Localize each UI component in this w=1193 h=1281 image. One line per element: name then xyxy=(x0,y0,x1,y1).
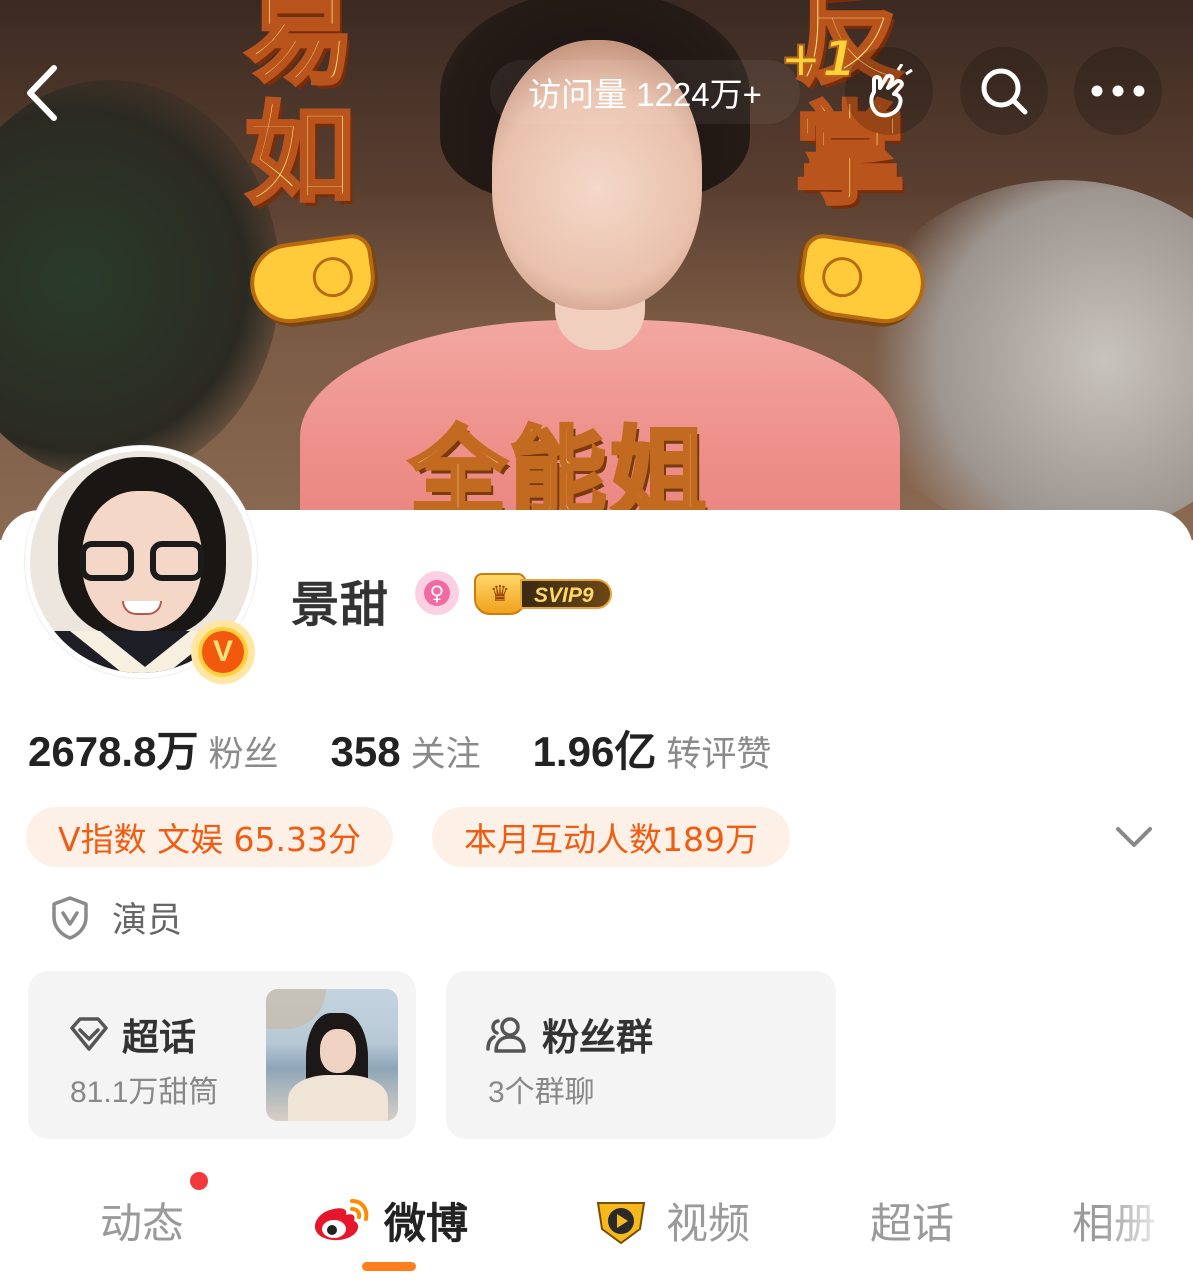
svip-badge[interactable]: ♛ SVIP9 xyxy=(474,573,612,615)
super-topic-subtitle: 81.1万甜筒 xyxy=(70,1076,219,1109)
fan-group-tile[interactable]: 粉丝群 3个群聊 xyxy=(446,971,836,1139)
notification-dot xyxy=(190,1172,208,1190)
tab-super-topic[interactable]: 超话 xyxy=(870,1190,954,1251)
banner-bg-left xyxy=(0,80,280,480)
stat-followers[interactable]: 2678.8万 粉丝 xyxy=(28,718,278,779)
role-label: 演员 xyxy=(112,901,183,941)
tab-video[interactable]: 视频 xyxy=(590,1190,750,1251)
active-tab-indicator xyxy=(362,1262,416,1271)
group-users-icon xyxy=(486,1017,526,1053)
stat-value: 2678.8万 xyxy=(28,728,199,775)
finger-snap-icon xyxy=(869,64,913,118)
search-button[interactable] xyxy=(960,47,1048,135)
fan-group-title: 粉丝群 xyxy=(542,1016,653,1059)
tab-weibo[interactable]: 微博 xyxy=(310,1190,468,1251)
crown-icon: ♛ xyxy=(474,573,526,615)
stat-label: 转评赞 xyxy=(666,735,772,775)
fan-group-subtitle: 3个群聊 xyxy=(488,1076,595,1109)
stat-value: 1.96亿 xyxy=(532,728,657,775)
video-badge-icon xyxy=(596,1201,646,1244)
banner-char: 如 xyxy=(243,91,357,219)
more-button[interactable] xyxy=(1074,47,1162,135)
super-topic-thumbnail xyxy=(266,989,398,1121)
stat-label: 粉丝 xyxy=(208,735,279,775)
tab-bar-fade xyxy=(1100,1180,1193,1270)
super-topic-tile[interactable]: 超话 81.1万甜筒 xyxy=(28,971,416,1139)
visit-count: 访问量 1224万+ xyxy=(490,60,800,124)
avatar-glasses xyxy=(80,541,204,581)
profile-name: 景甜 xyxy=(291,577,390,633)
chevron-left-icon xyxy=(27,65,57,121)
profile-stats: 2678.8万 粉丝 358 关注 1.96亿 转评赞 xyxy=(28,718,771,779)
search-icon xyxy=(981,68,1028,115)
tile-title-row: 超话 xyxy=(68,1007,196,1061)
profile-tab-bar: 动态 微博 视频 超话 相册 xyxy=(0,1180,1193,1260)
tile-title-row: 粉丝群 xyxy=(484,1007,653,1061)
monthly-interaction-pill[interactable]: 本月互动人数189万 xyxy=(432,807,790,867)
tab-label: 超话 xyxy=(870,1199,955,1248)
tab-label: 动态 xyxy=(100,1199,185,1248)
weibo-logo-icon xyxy=(314,1198,369,1240)
diamond-icon xyxy=(70,1017,108,1051)
banner-bg-right xyxy=(853,180,1193,540)
tab-label: 视频 xyxy=(666,1199,751,1248)
back-button[interactable] xyxy=(12,58,72,128)
shield-v-icon xyxy=(52,895,88,940)
stat-engagement[interactable]: 1.96亿 转评赞 xyxy=(533,718,772,779)
stat-label: 关注 xyxy=(410,735,481,775)
stat-value: 358 xyxy=(330,728,401,775)
chevron-down-icon xyxy=(1116,827,1152,847)
verified-badge-icon: V xyxy=(191,620,255,684)
expand-button[interactable] xyxy=(1108,812,1160,862)
tab-dynamics[interactable]: 动态 xyxy=(100,1190,184,1251)
snap-button[interactable] xyxy=(845,47,933,135)
more-dots-icon xyxy=(1091,85,1145,97)
verified-badge-label: V xyxy=(198,627,248,677)
v-index-pill[interactable]: V指数 文娱 65.33分 xyxy=(26,807,394,867)
stat-following[interactable]: 358 关注 xyxy=(330,726,480,777)
role-row: 演员 xyxy=(50,892,182,943)
female-icon: ♀ xyxy=(415,571,459,615)
svip-label: SVIP9 xyxy=(520,579,612,609)
super-topic-title: 超话 xyxy=(122,1016,196,1059)
banner-char: 易 xyxy=(243,0,357,99)
tab-label: 微博 xyxy=(384,1199,469,1248)
